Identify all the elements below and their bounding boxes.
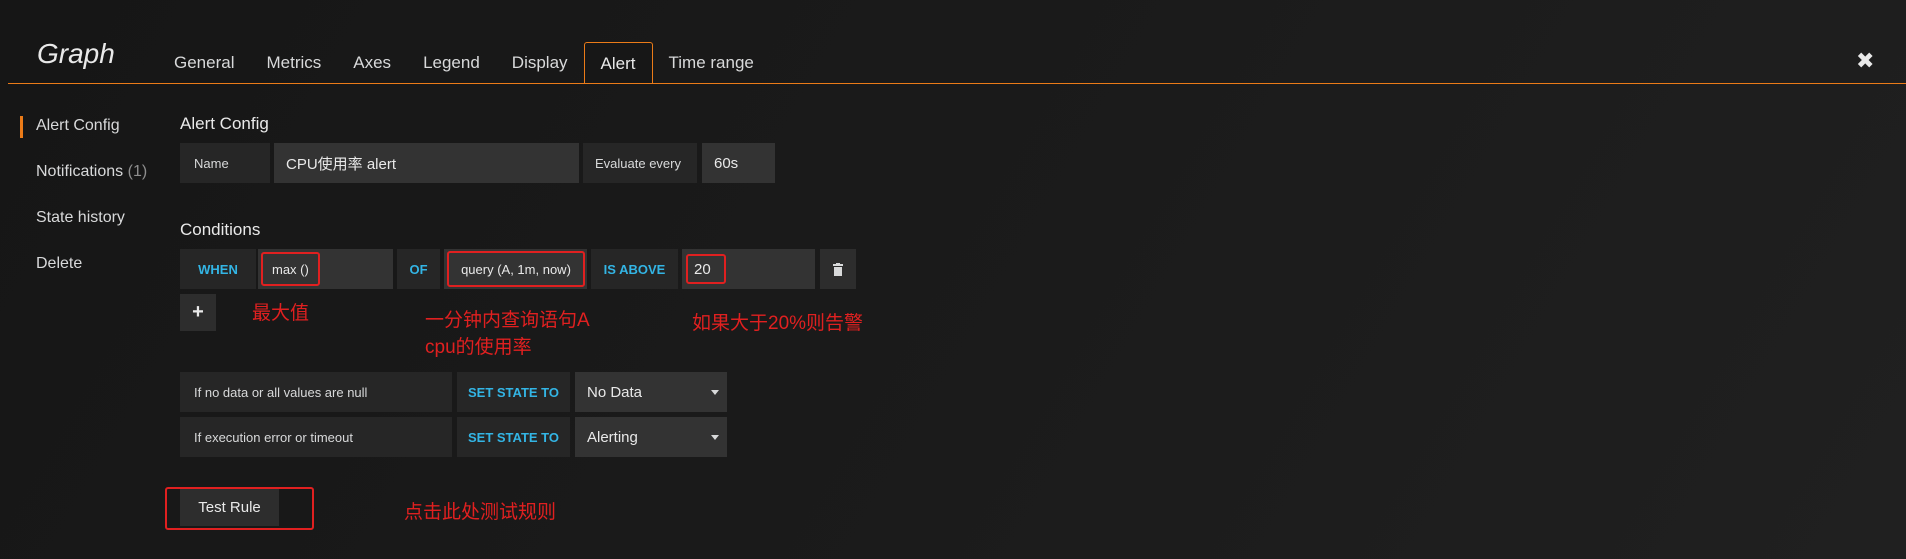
- of-keyword: OF: [397, 249, 440, 289]
- tab-general[interactable]: General: [158, 42, 250, 84]
- nav-item-delete[interactable]: Delete: [36, 255, 82, 273]
- when-keyword: WHEN: [180, 249, 256, 289]
- nav-active-indicator: [20, 116, 23, 138]
- plus-icon[interactable]: +: [180, 294, 216, 331]
- nav-item-label: State history: [36, 209, 125, 226]
- query-annotation-line2: cpu的使用率: [425, 337, 532, 358]
- panel-title: Graph: [37, 38, 115, 69]
- set-state-to-keyword: SET STATE TO: [457, 372, 570, 412]
- reducer-annotation: 最大值: [252, 303, 310, 324]
- tab-time-range[interactable]: Time range: [653, 42, 770, 84]
- name-label: Name: [180, 143, 270, 183]
- chevron-down-icon: [711, 389, 719, 395]
- reducer-select[interactable]: max (): [261, 252, 320, 286]
- tab-axes[interactable]: Axes: [337, 42, 407, 84]
- execution-error-label: If execution error or timeout: [180, 417, 452, 457]
- close-icon[interactable]: ✖: [1856, 48, 1874, 74]
- chevron-down-icon: [711, 434, 719, 440]
- tab-underline: [8, 83, 1906, 84]
- no-data-state-select[interactable]: No Data: [575, 372, 727, 412]
- threshold-input[interactable]: 20: [686, 254, 726, 284]
- test-rule-button[interactable]: Test Rule: [180, 489, 279, 526]
- no-data-label: If no data or all values are null: [180, 372, 452, 412]
- tab-alert[interactable]: Alert: [583, 42, 653, 84]
- query-annotation-line1: 一分钟内查询语句A: [425, 310, 590, 331]
- nav-item-notifications[interactable]: Notifications (1): [36, 163, 147, 181]
- set-state-to-keyword: SET STATE TO: [457, 417, 570, 457]
- threshold-annotation: 如果大于20%则告警: [692, 313, 864, 334]
- tab-metrics[interactable]: Metrics: [250, 42, 337, 84]
- execution-error-state-select[interactable]: Alerting: [575, 417, 727, 457]
- trash-icon[interactable]: [820, 249, 856, 289]
- evaluate-every-label: Evaluate every: [583, 143, 697, 183]
- threshold-field[interactable]: 20: [682, 249, 815, 289]
- nav-item-state-history[interactable]: State history: [36, 209, 125, 227]
- query-field[interactable]: query (A, 1m, now): [444, 249, 587, 289]
- tab-legend[interactable]: Legend: [407, 42, 496, 84]
- query-select[interactable]: query (A, 1m, now): [447, 251, 585, 287]
- nav-item-label: Alert Config: [36, 117, 120, 134]
- tab-display[interactable]: Display: [496, 42, 584, 84]
- conditions-title: Conditions: [180, 220, 261, 239]
- panel-tabs: General Metrics Axes Legend Display Aler…: [158, 42, 770, 84]
- nav-item-alert-config[interactable]: Alert Config: [36, 117, 120, 135]
- no-data-state-value: No Data: [587, 383, 643, 401]
- execution-error-state-value: Alerting: [587, 428, 638, 446]
- nav-item-label: Delete: [36, 255, 83, 272]
- test-rule-annotation: 点击此处测试规则: [404, 502, 557, 523]
- is-above-keyword: IS ABOVE: [591, 249, 678, 289]
- evaluate-every-input[interactable]: 60s: [702, 143, 775, 183]
- trash-glyph: [833, 262, 843, 276]
- alert-config-title: Alert Config: [180, 114, 269, 133]
- reducer-field[interactable]: max (): [258, 249, 393, 289]
- notifications-count: (1): [127, 163, 148, 180]
- nav-item-label: Notifications: [36, 163, 124, 180]
- name-input[interactable]: CPU使用率 alert: [274, 143, 579, 183]
